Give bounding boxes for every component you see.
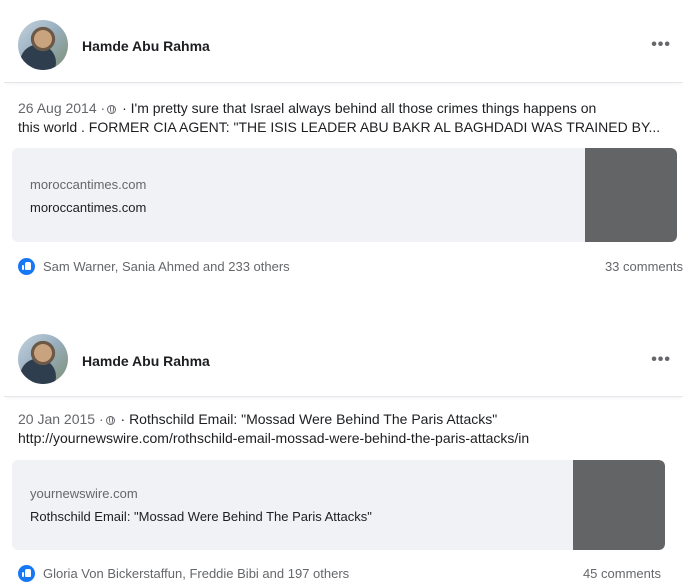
avatar[interactable] [18, 334, 68, 384]
link-title: Rothschild Email: "Mossad Were Behind Th… [30, 509, 372, 524]
post-text-line: this world . FORMER CIA AGENT: "THE ISIS… [18, 119, 661, 135]
link-domain: moroccantimes.com [30, 177, 147, 192]
post-text-line: · I'm pretty sure that Israel always beh… [118, 100, 597, 116]
post: Hamde Abu Rahma ••• 20 Jan 2015 · · Roth… [4, 320, 683, 582]
link-thumbnail [573, 460, 665, 550]
more-options-icon[interactable]: ••• [651, 351, 671, 369]
more-options-icon[interactable]: ••• [651, 36, 671, 54]
reactions-summary[interactable]: Gloria Von Bickerstaffun, Freddie Bibi a… [18, 565, 349, 582]
post-text-line: · Rothschild Email: "Mossad Were Behind … [116, 411, 498, 427]
like-icon [18, 565, 35, 582]
reactions-text: Gloria Von Bickerstaffun, Freddie Bibi a… [43, 566, 350, 581]
link-preview-card[interactable]: yournewswire.com Rothschild Email: "Moss… [12, 460, 665, 550]
link-domain: yournewswire.com [30, 486, 138, 501]
avatar[interactable] [18, 20, 68, 70]
author-name[interactable]: Hamde Abu Rahma [82, 353, 210, 369]
post: Hamde Abu Rahma ••• 26 Aug 2014 · · I'm … [4, 0, 683, 290]
globe-icon [107, 105, 117, 114]
post-date[interactable]: 26 Aug 2014 · [18, 100, 105, 116]
reactions-text: Sam Warner, Sania Ahmed and 233 others [43, 259, 290, 274]
reactions-summary[interactable]: Sam Warner, Sania Ahmed and 233 others [18, 258, 290, 275]
link-thumbnail [585, 148, 677, 242]
comments-count[interactable]: 33 comments [605, 259, 683, 274]
link-preview-card[interactable]: moroccantimes.com moroccantimes.com [12, 148, 677, 242]
post-date[interactable]: 20 Jan 2015 · [18, 411, 104, 427]
comments-count[interactable]: 45 comments [583, 566, 661, 581]
post-text: 20 Jan 2015 · · Rothschild Email: "Mossa… [18, 410, 675, 448]
post-header: Hamde Abu Rahma ••• [4, 0, 683, 83]
like-icon [18, 258, 35, 275]
post-text: 26 Aug 2014 · · I'm pretty sure that Isr… [18, 99, 675, 137]
globe-icon [105, 416, 115, 425]
author-name[interactable]: Hamde Abu Rahma [82, 38, 210, 54]
post-text-line: http://yournewswire.com/rothschild-email… [18, 430, 530, 446]
post-header: Hamde Abu Rahma ••• [4, 320, 683, 397]
link-title: moroccantimes.com [30, 200, 147, 215]
